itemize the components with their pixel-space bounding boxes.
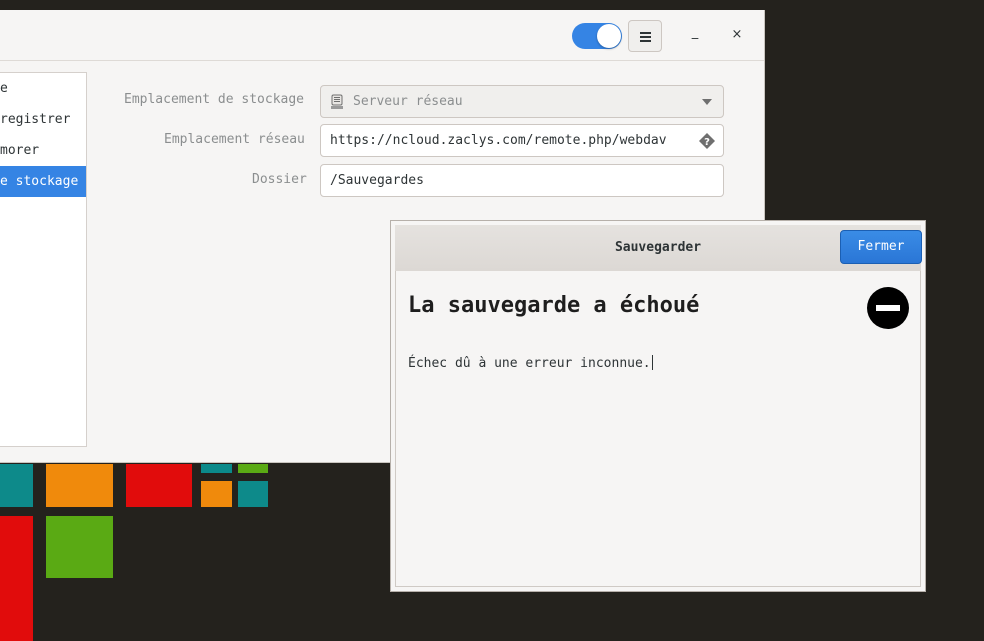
text-cursor [651,355,653,370]
close-button[interactable]: Fermer [840,230,922,264]
hamburger-icon [639,31,651,42]
error-icon [867,287,909,329]
help-icon[interactable]: ? [699,133,715,149]
error-message: Échec dû à une erreur inconnue. [408,355,653,371]
wallpaper-tile [0,516,33,641]
header-bar: _ × [0,10,764,61]
error-title: La sauvegarde a échoué [408,293,700,318]
sidebar-item[interactable]: e [0,73,86,104]
sidebar-item-storage[interactable]: e stockage [0,166,86,197]
folder-label: Dossier [252,172,307,187]
sidebar: e registrer morer e stockage [0,72,87,447]
minimize-button[interactable]: _ [687,25,703,41]
wallpaper-tile [46,516,113,578]
storage-combo[interactable]: Serveur réseau [320,85,724,118]
wallpaper-tile [0,464,33,507]
wallpaper-tile [201,464,232,473]
wallpaper-tile [46,464,113,507]
close-window-button[interactable]: × [729,27,745,43]
wallpaper-tile [126,464,192,507]
network-server-icon [331,94,343,109]
folder-field[interactable]: /Sauvegardes [320,164,724,197]
wallpaper-tile [201,481,232,507]
dialog-body: La sauvegarde a échoué Échec dû à une er… [395,271,921,587]
sidebar-item[interactable]: morer [0,135,86,166]
storage-label: Emplacement de stockage [124,92,305,107]
folder-value: /Sauvegardes [330,173,424,188]
toggle-knob [597,24,621,48]
network-label: Emplacement réseau [164,132,305,147]
wallpaper-tile [238,464,268,473]
network-location-field[interactable]: https://ncloud.zaclys.com/remote.php/web… [320,124,724,157]
sidebar-item[interactable]: registrer [0,104,86,135]
enable-toggle[interactable] [572,23,622,49]
storage-value: Serveur réseau [353,94,463,109]
menu-button[interactable] [628,20,662,52]
svg-text:?: ? [704,137,710,148]
backup-dialog: Sauvegarder Fermer La sauvegarde a échou… [390,220,926,592]
chevron-down-icon [702,99,712,105]
wallpaper-tile [238,481,268,507]
network-value: https://ncloud.zaclys.com/remote.php/web… [330,133,667,148]
dialog-header: Sauvegarder Fermer [395,225,922,272]
